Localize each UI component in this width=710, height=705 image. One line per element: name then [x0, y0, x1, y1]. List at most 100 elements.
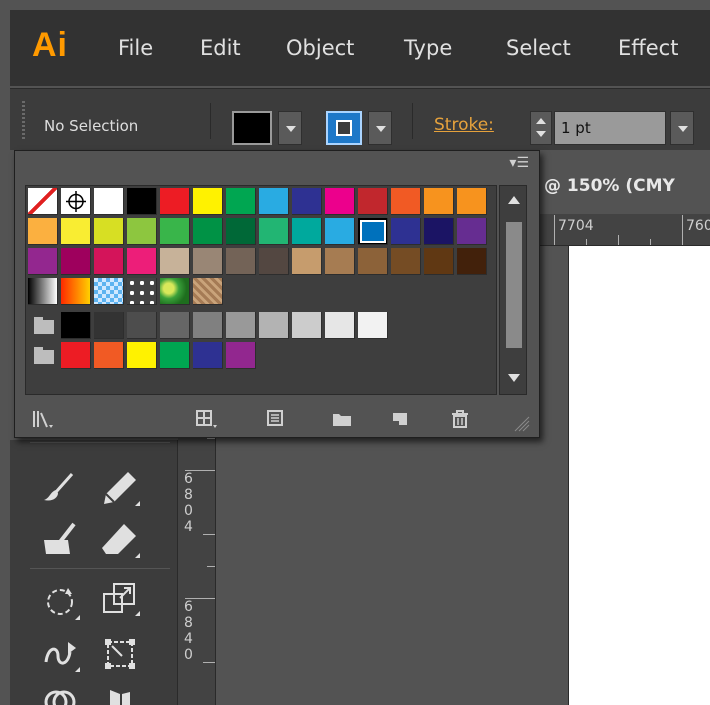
fill-color-swatch[interactable]	[232, 111, 272, 145]
artboard[interactable]	[568, 246, 710, 705]
scale-tool-icon[interactable]	[98, 576, 142, 620]
swatch[interactable]	[28, 248, 58, 275]
fill-dropdown-button[interactable]	[278, 111, 302, 145]
swatch[interactable]	[61, 248, 91, 275]
swatch[interactable]	[259, 312, 289, 339]
swatch[interactable]	[226, 342, 256, 369]
stroke-weight-dropdown-button[interactable]	[670, 111, 694, 145]
swatch[interactable]	[193, 218, 223, 245]
swatch[interactable]	[94, 342, 124, 369]
eraser-tool-icon[interactable]	[98, 518, 142, 562]
stroke-label-link[interactable]: Stroke:	[434, 115, 494, 135]
swatch[interactable]	[193, 342, 223, 369]
swatch[interactable]	[292, 312, 322, 339]
menu-file[interactable]: File	[118, 36, 153, 60]
swatch[interactable]	[193, 278, 223, 305]
swatch[interactable]	[61, 218, 91, 245]
swatch[interactable]	[160, 278, 190, 305]
swatch[interactable]	[292, 188, 322, 215]
swatch[interactable]	[160, 218, 190, 245]
menu-effect[interactable]: Effect	[618, 36, 678, 60]
swatch[interactable]	[61, 278, 91, 305]
stroke-color-swatch[interactable]	[326, 111, 362, 145]
swatch-scrollbar[interactable]	[499, 185, 527, 395]
registration-swatch[interactable]	[61, 188, 91, 215]
swatch[interactable]	[358, 188, 388, 215]
swatch[interactable]	[325, 312, 355, 339]
swatch[interactable]	[325, 218, 355, 245]
swatch[interactable]	[226, 248, 256, 275]
color-group-folder-icon[interactable]	[28, 342, 58, 369]
swatch[interactable]	[28, 218, 58, 245]
scroll-down-arrow-icon[interactable]	[508, 374, 520, 382]
paintbrush-tool-icon[interactable]	[38, 466, 82, 510]
swatch[interactable]	[193, 248, 223, 275]
swatch-libraries-menu-icon[interactable]	[29, 405, 59, 433]
free-transform-tool-icon[interactable]	[98, 632, 142, 676]
rotate-tool-icon[interactable]	[38, 580, 82, 624]
swatch[interactable]	[424, 218, 454, 245]
perspective-grid-tool-icon[interactable]	[98, 680, 142, 705]
swatch[interactable]	[127, 248, 157, 275]
swatch[interactable]	[358, 312, 388, 339]
menu-type[interactable]: Type	[404, 36, 452, 60]
menu-object[interactable]: Object	[286, 36, 354, 60]
stroke-weight-input[interactable]: 1 pt	[554, 111, 666, 145]
swatch[interactable]	[226, 312, 256, 339]
menu-select[interactable]: Select	[506, 36, 571, 60]
swatch[interactable]	[127, 188, 157, 215]
swatch[interactable]	[259, 188, 289, 215]
swatch[interactable]	[193, 188, 223, 215]
panel-menu-icon[interactable]: ▾☰	[509, 155, 529, 171]
swatch[interactable]	[94, 312, 124, 339]
delete-swatch-icon[interactable]	[445, 405, 475, 433]
new-swatch-icon[interactable]	[385, 405, 415, 433]
pencil-tool-icon[interactable]	[98, 466, 142, 510]
swatch[interactable]	[226, 218, 256, 245]
swatch[interactable]	[94, 218, 124, 245]
swatch[interactable]	[259, 248, 289, 275]
swatch[interactable]	[160, 188, 190, 215]
scroll-up-arrow-icon[interactable]	[508, 196, 520, 204]
swatch[interactable]	[127, 342, 157, 369]
swatch[interactable]	[259, 218, 289, 245]
horizontal-ruler[interactable]: 7704 760	[536, 214, 710, 246]
swatch[interactable]	[358, 248, 388, 275]
show-swatch-kinds-icon[interactable]	[193, 405, 223, 433]
swatch[interactable]	[391, 218, 421, 245]
swatch[interactable]	[391, 248, 421, 275]
swatch[interactable]	[127, 278, 157, 305]
swatch-options-icon[interactable]	[261, 405, 291, 433]
swatch[interactable]	[292, 248, 322, 275]
color-group-folder-icon[interactable]	[28, 312, 58, 339]
swatch[interactable]	[457, 188, 487, 215]
stroke-dropdown-button[interactable]	[368, 111, 392, 145]
warp-tool-icon[interactable]	[38, 632, 82, 676]
none-swatch[interactable]	[28, 188, 58, 215]
swatch[interactable]	[127, 218, 157, 245]
swatch[interactable]	[292, 218, 322, 245]
swatch[interactable]	[457, 248, 487, 275]
resize-grip-icon[interactable]	[509, 409, 539, 437]
swatch[interactable]	[160, 248, 190, 275]
swatch[interactable]	[325, 248, 355, 275]
swatch[interactable]	[94, 188, 124, 215]
swatch[interactable]	[28, 278, 58, 305]
swatch-selected[interactable]	[358, 218, 388, 245]
swatch[interactable]	[424, 188, 454, 215]
swatch[interactable]	[325, 188, 355, 215]
swatch[interactable]	[61, 312, 91, 339]
swatch[interactable]	[160, 312, 190, 339]
swatch[interactable]	[391, 188, 421, 215]
swatch[interactable]	[193, 312, 223, 339]
shape-builder-tool-icon[interactable]	[38, 680, 82, 705]
swatch[interactable]	[94, 248, 124, 275]
blob-brush-tool-icon[interactable]	[38, 518, 82, 562]
swatch[interactable]	[61, 342, 91, 369]
swatch[interactable]	[94, 278, 124, 305]
panel-grip[interactable]	[22, 101, 25, 139]
swatch[interactable]	[424, 248, 454, 275]
new-color-group-icon[interactable]	[327, 405, 357, 433]
stroke-weight-stepper[interactable]	[530, 111, 552, 145]
swatch[interactable]	[127, 312, 157, 339]
